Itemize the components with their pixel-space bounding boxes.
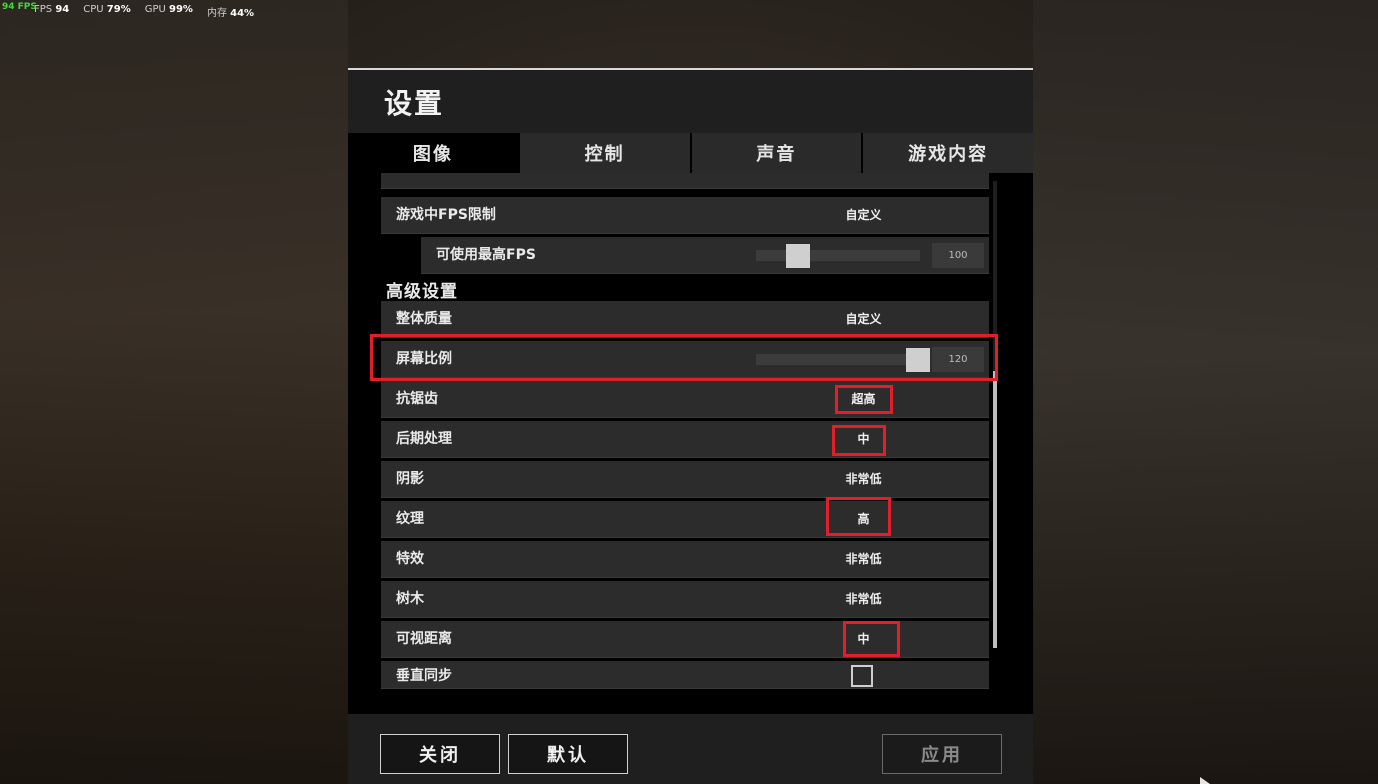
vsync-checkbox[interactable] <box>851 665 873 687</box>
screen-scale-slider[interactable] <box>756 348 930 372</box>
default-button[interactable]: 默认 <box>508 734 628 774</box>
textures-value[interactable]: 高 <box>821 501 906 538</box>
close-button[interactable]: 关闭 <box>380 734 500 774</box>
setting-textures[interactable]: 纹理 高 <box>381 501 989 538</box>
tab-controls[interactable]: 控制 <box>517 133 690 173</box>
graphics-settings-list: 游戏中FPS限制 自定义 可使用最高FPS 100 高级设置 整体质量 自定义 … <box>348 173 1033 714</box>
setting-label: 屏幕比例 <box>396 351 452 367</box>
setting-vsync: 垂直同步 <box>381 661 989 689</box>
tab-graphics[interactable]: 图像 <box>348 133 518 173</box>
setting-label: 可视距离 <box>396 631 452 647</box>
setting-screen-scale: 屏幕比例 120 <box>381 341 989 378</box>
setting-max-fps: 可使用最高FPS 100 <box>421 237 989 274</box>
setting-shadows[interactable]: 阴影 非常低 <box>381 461 989 498</box>
performance-overlay: 94 FPS FPS 94 CPU 79% GPU 99% 内存 44% <box>2 2 255 19</box>
setting-label: 树木 <box>396 591 424 607</box>
overall-quality-value[interactable]: 自定义 <box>821 301 906 338</box>
anti-aliasing-value[interactable]: 超高 <box>821 381 906 418</box>
fps-limit-value[interactable]: 自定义 <box>821 197 906 234</box>
setting-effects[interactable]: 特效 非常低 <box>381 541 989 578</box>
view-distance-value[interactable]: 中 <box>821 621 906 658</box>
background-right <box>1033 0 1378 784</box>
foliage-value[interactable]: 非常低 <box>821 581 906 618</box>
fps-counter: 94 FPS <box>2 2 37 12</box>
setting-label: 游戏中FPS限制 <box>396 207 496 223</box>
settings-scrollbar[interactable] <box>993 181 997 648</box>
setting-foliage[interactable]: 树木 非常低 <box>381 581 989 618</box>
apply-button[interactable]: 应用 <box>882 734 1002 774</box>
setting-label: 纹理 <box>396 511 424 527</box>
setting-label: 阴影 <box>396 471 424 487</box>
list-item-clipped <box>381 173 989 189</box>
mouse-cursor-icon <box>1200 777 1210 784</box>
post-processing-value[interactable]: 中 <box>821 421 906 458</box>
setting-label: 特效 <box>396 551 424 567</box>
screen-scale-slider-handle[interactable] <box>906 348 930 372</box>
setting-label: 垂直同步 <box>396 668 452 684</box>
fps-stat: FPS 94 <box>34 4 70 15</box>
section-advanced-settings: 高级设置 <box>386 282 458 302</box>
shadows-value[interactable]: 非常低 <box>821 461 906 498</box>
setting-label: 可使用最高FPS <box>436 247 536 263</box>
memory-stat: 内存 44% <box>206 8 255 19</box>
dialog-top-border <box>348 68 1033 70</box>
dialog-title: 设置 <box>384 87 445 120</box>
setting-view-distance[interactable]: 可视距离 中 <box>381 621 989 658</box>
setting-label: 整体质量 <box>396 311 452 327</box>
setting-post-processing[interactable]: 后期处理 中 <box>381 421 989 458</box>
setting-label: 抗锯齿 <box>396 391 438 407</box>
dialog-footer: 关闭 默认 应用 <box>348 714 1033 784</box>
cpu-stat: CPU 79% <box>83 4 131 15</box>
setting-label: 后期处理 <box>396 431 452 447</box>
settings-dialog: 设置 图像 控制 声音 游戏内容 游戏中FPS限制 自定义 可使用最高FPS 1… <box>348 68 1033 784</box>
max-fps-slider-handle[interactable] <box>786 244 810 268</box>
tab-sound[interactable]: 声音 <box>689 133 862 173</box>
settings-tabs: 图像 控制 声音 游戏内容 <box>348 133 1033 173</box>
effects-value[interactable]: 非常低 <box>821 541 906 578</box>
setting-anti-aliasing[interactable]: 抗锯齿 超高 <box>381 381 989 418</box>
max-fps-slider[interactable] <box>756 244 920 268</box>
screen-scale-value[interactable]: 120 <box>932 347 984 372</box>
tab-gameplay[interactable]: 游戏内容 <box>861 133 1033 173</box>
scrollbar-thumb[interactable] <box>993 371 997 648</box>
max-fps-value[interactable]: 100 <box>932 243 984 268</box>
setting-fps-limit[interactable]: 游戏中FPS限制 自定义 <box>381 197 989 234</box>
setting-overall-quality[interactable]: 整体质量 自定义 <box>381 301 989 338</box>
gpu-stat: GPU 99% <box>144 4 193 15</box>
background-left <box>0 0 348 784</box>
